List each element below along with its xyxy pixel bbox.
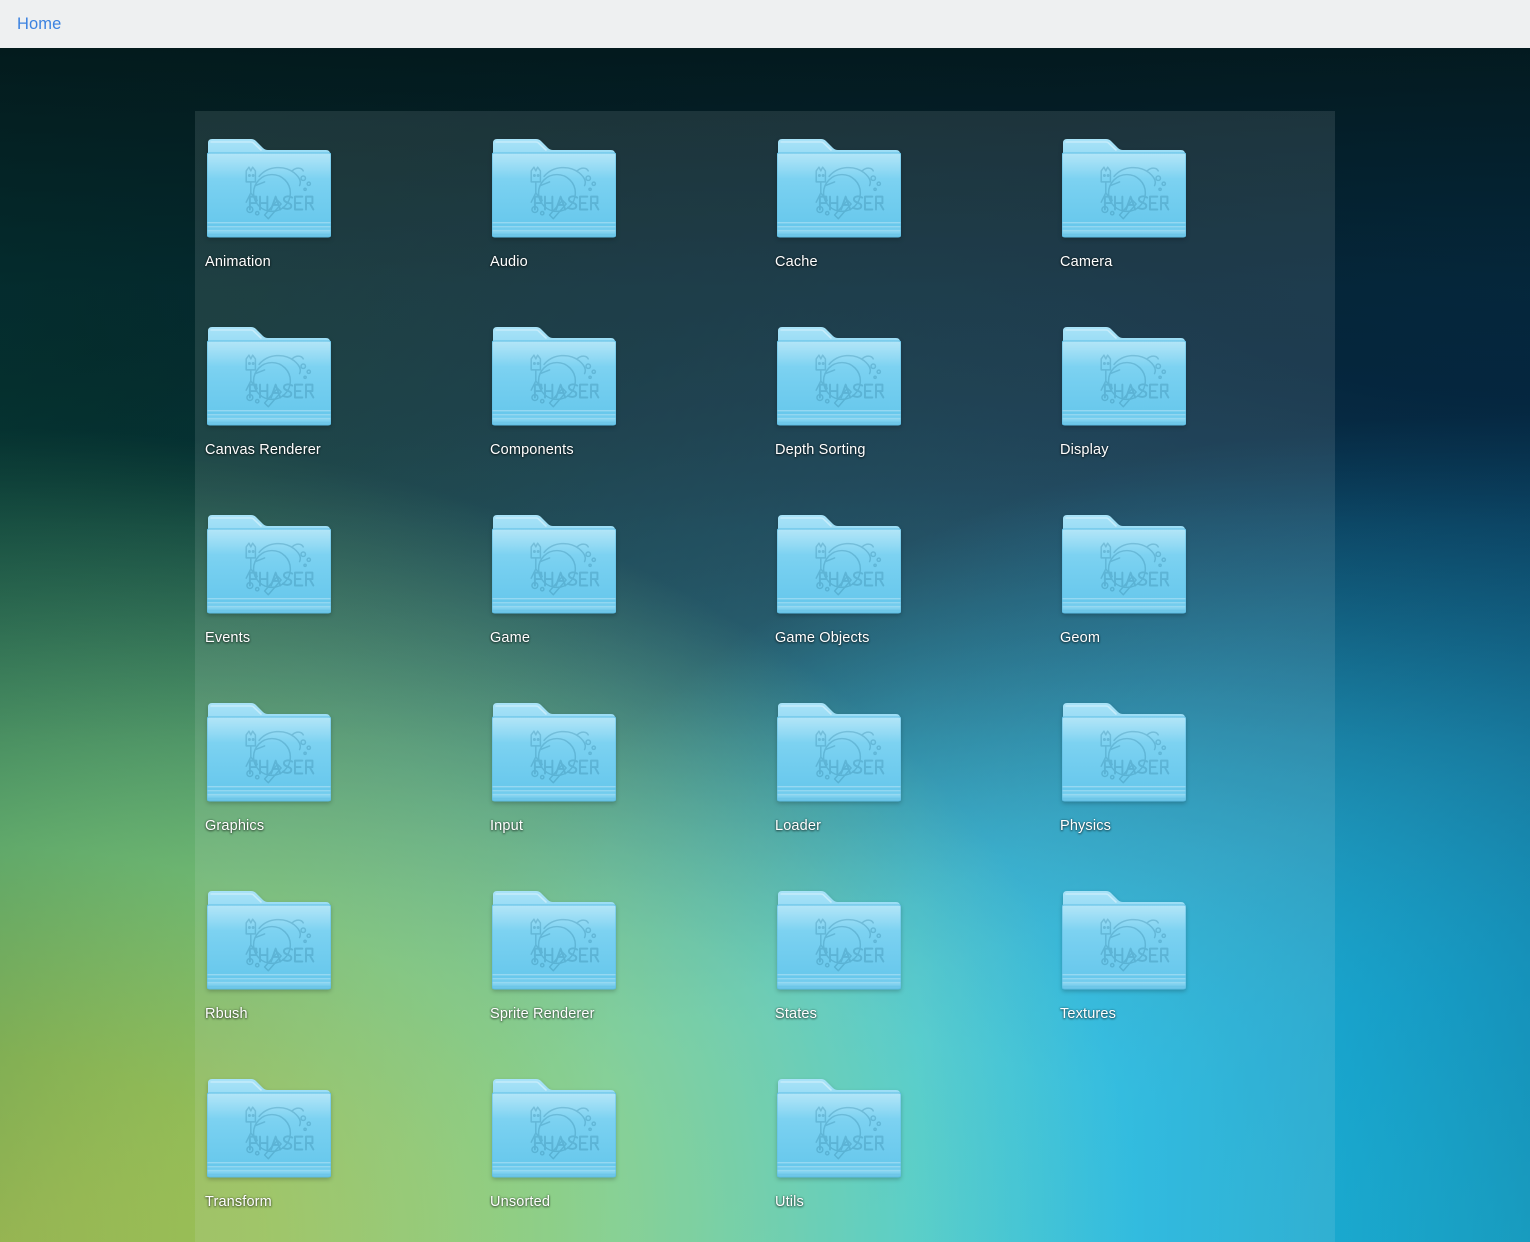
browser-toolbar: Home — [0, 0, 1530, 48]
folder-label: Events — [205, 630, 251, 646]
folder-label: Display — [1060, 442, 1109, 458]
folder-item[interactable]: Events — [205, 512, 490, 700]
folder-label: Cache — [775, 254, 818, 270]
folder-icon-wrap[interactable] — [492, 1076, 620, 1186]
phaser-folder-icon — [777, 1076, 901, 1178]
folder-item[interactable]: Loader — [775, 700, 1060, 888]
phaser-folder-icon — [492, 512, 616, 614]
phaser-folder-icon — [777, 324, 901, 426]
home-link[interactable]: Home — [17, 16, 61, 33]
folder-icon-wrap[interactable] — [492, 324, 620, 434]
folder-icon-wrap[interactable] — [777, 888, 905, 998]
folder-label: Utils — [775, 1194, 804, 1210]
phaser-folder-icon — [207, 1076, 331, 1178]
folder-label: Textures — [1060, 1006, 1116, 1022]
phaser-folder-icon — [777, 700, 901, 802]
folder-icon-wrap[interactable] — [207, 136, 335, 246]
folder-item[interactable]: Unsorted — [490, 1076, 775, 1242]
folder-label: Rbush — [205, 1006, 248, 1022]
folder-item[interactable]: Physics — [1060, 700, 1345, 888]
folder-label: Loader — [775, 818, 822, 834]
folder-item[interactable]: Game Objects — [775, 512, 1060, 700]
folder-item[interactable]: Depth Sorting — [775, 324, 1060, 512]
folder-label: Game — [490, 630, 531, 646]
folder-icon-wrap[interactable] — [492, 136, 620, 246]
phaser-folder-icon — [1062, 136, 1186, 238]
phaser-folder-icon — [1062, 512, 1186, 614]
folder-label: Geom — [1060, 630, 1101, 646]
folder-item[interactable]: Components — [490, 324, 775, 512]
folder-label: Sprite Renderer — [490, 1006, 595, 1022]
phaser-folder-icon — [777, 512, 901, 614]
phaser-folder-icon — [777, 888, 901, 990]
phaser-folder-icon — [492, 888, 616, 990]
folder-label: Animation — [205, 254, 271, 270]
folder-label: Graphics — [205, 818, 265, 834]
folder-item[interactable]: Rbush — [205, 888, 490, 1076]
folder-icon-wrap[interactable] — [1062, 324, 1190, 434]
folder-item[interactable]: Graphics — [205, 700, 490, 888]
folder-item[interactable]: Camera — [1060, 136, 1345, 324]
folder-item[interactable]: States — [775, 888, 1060, 1076]
folder-label: Camera — [1060, 254, 1113, 270]
folder-item[interactable]: Audio — [490, 136, 775, 324]
folder-label: Depth Sorting — [775, 442, 866, 458]
folder-item[interactable]: Display — [1060, 324, 1345, 512]
folder-item[interactable]: Transform — [205, 1076, 490, 1242]
phaser-folder-icon — [492, 136, 616, 238]
phaser-folder-icon — [1062, 700, 1186, 802]
folder-item[interactable]: Input — [490, 700, 775, 888]
folder-grid-panel: Animation Audio Cache Camera Canvas Rend… — [195, 111, 1335, 1242]
folder-item[interactable]: Animation — [205, 136, 490, 324]
folder-icon-wrap[interactable] — [492, 700, 620, 810]
folder-icon-wrap[interactable] — [207, 324, 335, 434]
folder-icon-wrap[interactable] — [777, 324, 905, 434]
phaser-folder-icon — [207, 700, 331, 802]
folder-item[interactable]: Canvas Renderer — [205, 324, 490, 512]
folder-icon-wrap[interactable] — [207, 700, 335, 810]
folder-icon-wrap[interactable] — [777, 136, 905, 246]
folder-item[interactable]: Game — [490, 512, 775, 700]
phaser-folder-icon — [207, 324, 331, 426]
phaser-folder-icon — [207, 136, 331, 238]
folder-icon-wrap[interactable] — [1062, 136, 1190, 246]
phaser-folder-icon — [492, 700, 616, 802]
phaser-folder-icon — [492, 324, 616, 426]
folder-icon-wrap[interactable] — [207, 1076, 335, 1186]
folder-label: Canvas Renderer — [205, 442, 321, 458]
folder-label: Physics — [1060, 818, 1112, 834]
folder-grid: Animation Audio Cache Camera Canvas Rend… — [195, 111, 1335, 1242]
folder-item[interactable]: Geom — [1060, 512, 1345, 700]
phaser-folder-icon — [1062, 324, 1186, 426]
folder-label: Unsorted — [490, 1194, 551, 1210]
desktop-screen: Home Animation Audio Cache Camera Canvas… — [0, 0, 1530, 1242]
folder-icon-wrap[interactable] — [777, 1076, 905, 1186]
folder-item[interactable]: Sprite Renderer — [490, 888, 775, 1076]
phaser-folder-icon — [777, 136, 901, 238]
phaser-folder-icon — [207, 888, 331, 990]
folder-icon-wrap[interactable] — [777, 700, 905, 810]
folder-label: Components — [490, 442, 574, 458]
folder-item[interactable]: Utils — [775, 1076, 1060, 1242]
folder-icon-wrap[interactable] — [492, 512, 620, 622]
folder-label: Game Objects — [775, 630, 870, 646]
folder-icon-wrap[interactable] — [1062, 700, 1190, 810]
folder-icon-wrap[interactable] — [1062, 888, 1190, 998]
folder-item[interactable]: Cache — [775, 136, 1060, 324]
folder-label: Audio — [490, 254, 528, 270]
folder-item[interactable]: Textures — [1060, 888, 1345, 1076]
folder-icon-wrap[interactable] — [1062, 512, 1190, 622]
phaser-folder-icon — [207, 512, 331, 614]
phaser-folder-icon — [1062, 888, 1186, 990]
folder-label: Transform — [205, 1194, 272, 1210]
folder-icon-wrap[interactable] — [207, 512, 335, 622]
folder-label: Input — [490, 818, 523, 834]
phaser-folder-icon — [492, 1076, 616, 1178]
folder-icon-wrap[interactable] — [777, 512, 905, 622]
folder-label: States — [775, 1006, 818, 1022]
folder-icon-wrap[interactable] — [207, 888, 335, 998]
folder-icon-wrap[interactable] — [492, 888, 620, 998]
